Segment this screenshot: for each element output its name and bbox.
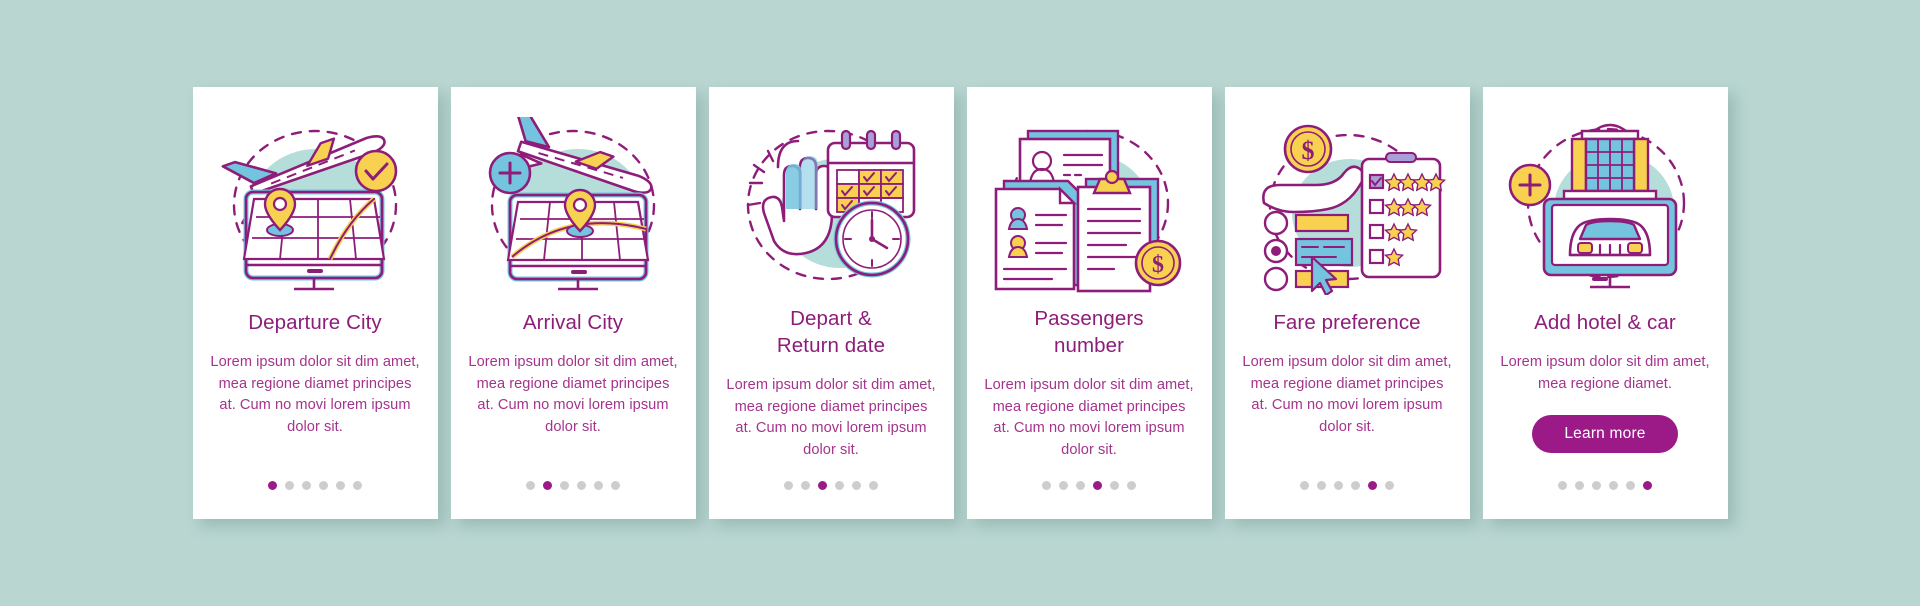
pagination-dots[interactable]: [967, 481, 1212, 490]
pagination-dot[interactable]: [1076, 481, 1085, 490]
airplane-map-monitor-check-icon: [208, 117, 423, 295]
passenger-documents-clipboard-coin-icon: $: [982, 117, 1197, 295]
hotel-car-monitor-plus-icon: [1498, 117, 1713, 295]
hand-calendar-clock-icon: [724, 117, 939, 295]
pagination-dot[interactable]: [1385, 481, 1394, 490]
pagination-dot[interactable]: [1059, 481, 1068, 490]
pagination-dot[interactable]: [1626, 481, 1635, 490]
onboarding-screens-board: Departure City Lorem ipsum dolor sit dim…: [0, 0, 1920, 606]
onboarding-card-arrival-city[interactable]: Arrival City Lorem ipsum dolor sit dim a…: [450, 87, 696, 519]
card-title: Passengers number: [1026, 305, 1151, 359]
learn-more-button[interactable]: Learn more: [1532, 415, 1678, 453]
pagination-dot[interactable]: [1317, 481, 1326, 490]
pagination-dots[interactable]: [193, 481, 438, 490]
pagination-dot[interactable]: [1592, 481, 1601, 490]
onboarding-card-passengers-number[interactable]: $ Passengers number Lorem ipsum dolor si…: [966, 87, 1212, 519]
pagination-dots[interactable]: [451, 481, 696, 490]
pagination-dot[interactable]: [1643, 481, 1652, 490]
airplane-map-monitor-plus-icon: [466, 117, 681, 295]
pagination-dot[interactable]: [852, 481, 861, 490]
pagination-dot[interactable]: [784, 481, 793, 490]
pagination-dot[interactable]: [818, 481, 827, 490]
pagination-dot[interactable]: [1127, 481, 1136, 490]
pagination-dot[interactable]: [1334, 481, 1343, 490]
pagination-dot[interactable]: [869, 481, 878, 490]
pagination-dot[interactable]: [1609, 481, 1618, 490]
card-body-text: Lorem ipsum dolor sit dim amet, mea regi…: [210, 354, 420, 435]
svg-text:$: $: [1152, 252, 1164, 278]
pagination-dots[interactable]: [709, 481, 954, 490]
pagination-dot[interactable]: [319, 481, 328, 490]
card-title: Add hotel & car: [1534, 311, 1676, 334]
pagination-dots[interactable]: [1225, 481, 1470, 490]
pagination-dot[interactable]: [302, 481, 311, 490]
pagination-dot[interactable]: [336, 481, 345, 490]
pagination-dot[interactable]: [1300, 481, 1309, 490]
pagination-dots[interactable]: [1483, 481, 1728, 490]
onboarding-card-fare-preference[interactable]: $ Fare preference Lorem ipsum dolor sit …: [1224, 87, 1470, 519]
card-title-line-2: Return date: [776, 334, 886, 357]
card-title: Fare preference: [1273, 311, 1421, 334]
pagination-dot[interactable]: [353, 481, 362, 490]
card-title: Depart & Return date: [769, 305, 893, 359]
pagination-dot[interactable]: [611, 481, 620, 490]
card-body-text: Lorem ipsum dolor sit dim amet, mea regi…: [726, 377, 936, 458]
pagination-dot[interactable]: [1042, 481, 1051, 490]
pagination-dot[interactable]: [268, 481, 277, 490]
pagination-dot[interactable]: [1558, 481, 1567, 490]
pagination-dot[interactable]: [1368, 481, 1377, 490]
pagination-dot[interactable]: [577, 481, 586, 490]
card-title-line-1: Depart &: [790, 307, 872, 330]
onboarding-card-depart-return-date[interactable]: Depart & Return date Lorem ipsum dolor s…: [708, 87, 954, 519]
card-title: Arrival City: [522, 311, 624, 334]
card-title-line-2: number: [1053, 334, 1125, 357]
card-body-text: Lorem ipsum dolor sit dim amet, mea regi…: [984, 377, 1194, 458]
pagination-dot[interactable]: [1351, 481, 1360, 490]
pagination-dot[interactable]: [1093, 481, 1102, 490]
pagination-dot[interactable]: [560, 481, 569, 490]
pagination-dot[interactable]: [594, 481, 603, 490]
onboarding-card-add-hotel-and-car[interactable]: Add hotel & car Lorem ipsum dolor sit di…: [1482, 87, 1728, 519]
pagination-dot[interactable]: [526, 481, 535, 490]
card-body-text: Lorem ipsum dolor sit dim amet, mea regi…: [1500, 354, 1710, 392]
pagination-dot[interactable]: [285, 481, 294, 490]
card-title-line-1: Passengers: [1034, 307, 1144, 330]
pagination-dot[interactable]: [1110, 481, 1119, 490]
card-body-text: Lorem ipsum dolor sit dim amet, mea regi…: [468, 354, 678, 435]
pagination-dot[interactable]: [543, 481, 552, 490]
pagination-dot[interactable]: [835, 481, 844, 490]
pagination-dot[interactable]: [801, 481, 810, 490]
card-body-text: Lorem ipsum dolor sit dim amet, mea regi…: [1242, 354, 1452, 435]
hand-coin-rating-list-cursor-icon: $: [1240, 117, 1455, 295]
pagination-dot[interactable]: [1575, 481, 1584, 490]
svg-text:$: $: [1301, 136, 1314, 165]
card-title: Departure City: [248, 311, 382, 334]
onboarding-card-departure-city[interactable]: Departure City Lorem ipsum dolor sit dim…: [192, 87, 438, 519]
